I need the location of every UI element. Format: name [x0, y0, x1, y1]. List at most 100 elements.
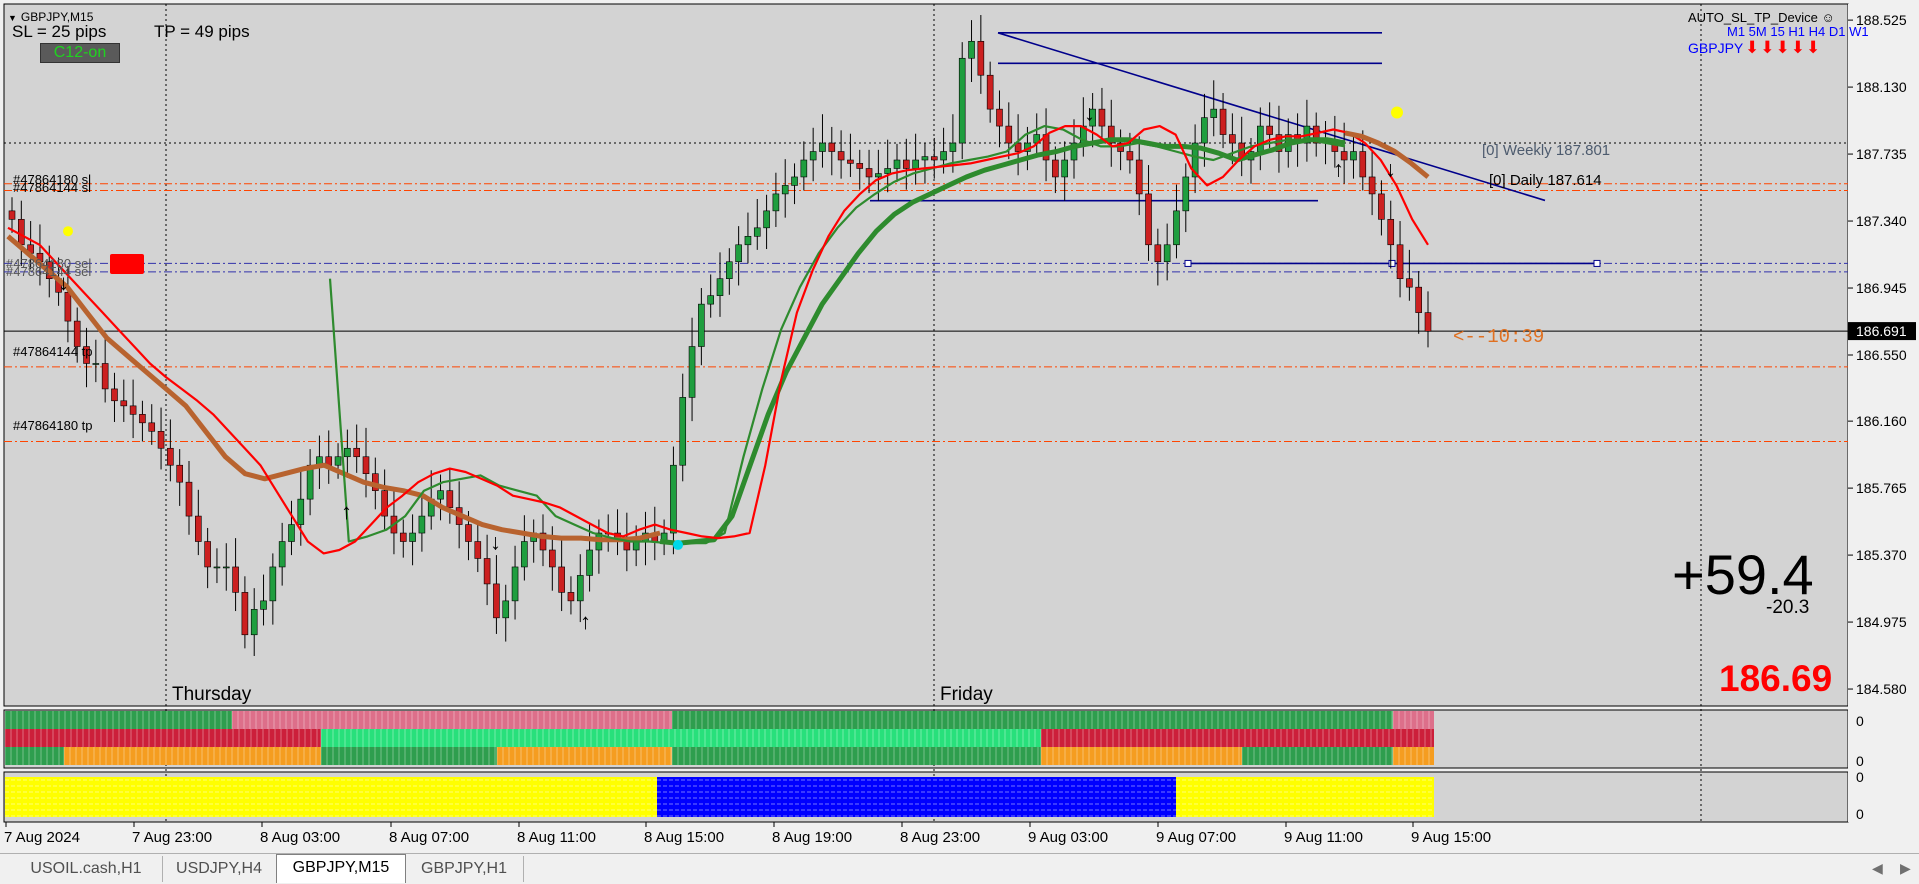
y-tick-label: 186.550 — [1856, 347, 1907, 363]
candle-body — [576, 575, 584, 602]
candle-countdown: <--10:39 — [1453, 326, 1545, 348]
x-tick-label: 9 Aug 07:00 — [1156, 829, 1236, 846]
order-tp-label-2[interactable]: #47864180 tp — [13, 418, 93, 433]
candle-body — [586, 549, 593, 576]
candle-body — [996, 108, 1003, 127]
tab-usoil-h1[interactable]: USOIL.cash,H1 — [10, 856, 163, 882]
candle-body — [334, 456, 342, 466]
x-tick-label: 8 Aug 15:00 — [644, 829, 724, 846]
current-price-label: 186.691 — [1856, 323, 1907, 339]
signal-down-arrow: ↓ — [1385, 156, 1396, 181]
tab-scroll-right-icon[interactable]: ▶ — [1900, 860, 1911, 877]
device-symbol: GBPJPY — [1688, 40, 1744, 56]
x-tick-label: 9 Aug 03:00 — [1028, 829, 1108, 846]
candle-body — [1210, 108, 1218, 118]
x-tick-label: 9 Aug 15:00 — [1411, 829, 1491, 846]
signal-down-arrow: ↓ — [490, 530, 501, 555]
order-sel-label-2[interactable]: #47864144 sel — [6, 264, 91, 279]
candle-body — [772, 193, 780, 212]
candlestick-chart[interactable]: ↓↓↓↓↑↑↑ 188.525188.130187.735187.340186.… — [0, 0, 1919, 853]
candle-body — [1052, 159, 1059, 178]
tab-usdjpy-h4[interactable]: USDJPY,H4 — [162, 856, 277, 882]
candle-body — [912, 159, 919, 169]
signal-up-arrow: ↑ — [580, 609, 591, 634]
candle-body — [875, 173, 882, 178]
candle-body — [1350, 151, 1357, 161]
y-tick-label: 187.340 — [1856, 213, 1907, 229]
panel1-bar-segment — [5, 729, 321, 747]
device-title: AUTO_SL_TP_Device ☺ — [1688, 10, 1835, 25]
order-sl-label-2[interactable]: #47864144 sl — [13, 180, 91, 195]
candle-body — [1061, 159, 1068, 178]
candle-body — [763, 210, 770, 229]
candle-body — [474, 541, 482, 559]
candle-body — [288, 524, 295, 542]
panel1-y-label: 0 — [1856, 753, 1864, 769]
y-tick-label: 184.580 — [1856, 681, 1907, 697]
device-title-text: AUTO_SL_TP_Device — [1688, 10, 1818, 25]
line-handle — [1388, 259, 1396, 267]
order-close-box[interactable] — [110, 254, 144, 274]
candle-body — [269, 566, 277, 602]
yellow-dot — [63, 226, 73, 237]
candle-body — [1387, 219, 1395, 246]
candle-body — [903, 159, 910, 169]
x-tick-label: 8 Aug 23:00 — [900, 829, 980, 846]
candle-body — [222, 566, 230, 569]
candle-body — [1182, 176, 1190, 212]
candle-body — [688, 346, 696, 398]
signal-up-arrow: ↑ — [341, 499, 352, 524]
x-tick-label: 8 Aug 03:00 — [260, 829, 340, 846]
tab-scroll-left-icon[interactable]: ◀ — [1872, 860, 1883, 877]
candle-body — [73, 320, 81, 347]
candle-body — [558, 566, 565, 593]
candle-body — [1368, 176, 1376, 195]
candle-body — [1424, 312, 1432, 332]
weekly-level-label: [0] Weekly 187.801 — [1482, 142, 1611, 159]
candle-body — [129, 405, 137, 415]
candle-body — [1229, 134, 1236, 144]
candle-body — [250, 609, 258, 636]
candle-body — [781, 185, 789, 195]
y-tick-label: 186.945 — [1856, 280, 1907, 296]
candle-body — [679, 397, 687, 466]
line-handle — [1184, 259, 1192, 267]
y-tick-label: 187.735 — [1856, 146, 1907, 162]
candle-body — [549, 549, 556, 568]
candle-body — [521, 541, 528, 568]
candle-body — [437, 490, 444, 500]
candle-body — [828, 142, 836, 152]
candle-body — [837, 151, 845, 161]
candle-body — [940, 151, 947, 161]
candle-body — [353, 447, 360, 458]
candle-body — [716, 278, 724, 296]
tp-text: TP = 49 pips — [154, 22, 250, 41]
candle-body — [493, 583, 500, 619]
tab-gbpjpy-h1[interactable]: GBPJPY,H1 — [405, 856, 524, 882]
chart-tabs-bar: USOIL.cash,H1 USDJPY,H4 GBPJPY,M15 GBPJP… — [0, 853, 1919, 884]
candle-body — [409, 532, 416, 542]
candle-body — [297, 498, 305, 525]
profit-sub-display: -20.3 — [1766, 597, 1810, 618]
candle-body — [157, 431, 165, 449]
c12-badge[interactable]: C12-on — [40, 43, 120, 63]
day-separator-thursday: Thursday — [172, 684, 252, 705]
candle-body — [884, 168, 891, 174]
y-tick-label: 186.160 — [1856, 413, 1907, 429]
candle-body — [1257, 125, 1264, 152]
candle-body — [623, 541, 631, 551]
candle-body — [260, 600, 267, 610]
candle-body — [92, 363, 100, 365]
candle-body — [120, 400, 128, 407]
candle-body — [1359, 151, 1367, 178]
candle-body — [809, 151, 817, 161]
candle-body — [446, 490, 454, 508]
order-tp-label-1[interactable]: #47864144 tp — [13, 344, 93, 359]
candle-body — [949, 142, 957, 152]
x-tick-label: 7 Aug 2024 — [4, 829, 80, 846]
tab-gbpjpy-m15[interactable]: GBPJPY,M15 — [276, 854, 406, 883]
candle-body — [893, 159, 901, 169]
chart-window[interactable]: ↓ ↓ ↓ ↓ ↑ ↑ ↑ 188.525 188.130 187.735 187.340 186.… — [0, 0, 1919, 884]
candle-body — [362, 456, 370, 474]
sl-text: SL = 25 pips — [12, 22, 107, 41]
